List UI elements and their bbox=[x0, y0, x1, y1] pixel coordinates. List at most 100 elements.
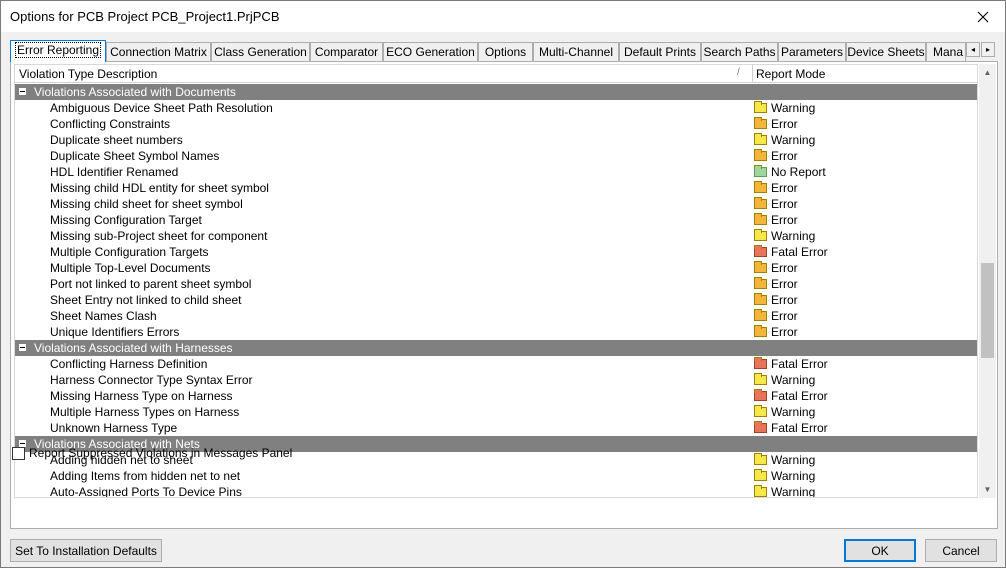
tab-device-sheets[interactable]: Device Sheets bbox=[846, 42, 926, 61]
close-button[interactable] bbox=[960, 1, 1005, 32]
group-row[interactable]: Violations Associated with Harnesses bbox=[15, 340, 977, 356]
violation-row[interactable]: Missing sub-Project sheet for component W… bbox=[15, 228, 977, 244]
window-title: Options for PCB Project PCB_Project1.Prj… bbox=[10, 9, 280, 24]
violation-row[interactable]: Adding Items from hidden net to net Warni… bbox=[15, 468, 977, 484]
tab-multi-channel[interactable]: Multi-Channel bbox=[533, 42, 619, 61]
report-mode-cell[interactable]: Error bbox=[754, 292, 798, 308]
report-mode-cell[interactable]: Warning bbox=[754, 372, 815, 388]
scroll-thumb[interactable] bbox=[981, 263, 994, 358]
tab-strip: Error Reporting Connection Matrix Class … bbox=[10, 40, 997, 62]
report-suppressed-checkbox[interactable] bbox=[12, 446, 25, 460]
violation-row[interactable]: Conflicting Constraints Error bbox=[15, 116, 977, 132]
folder-icon bbox=[754, 165, 767, 177]
report-mode-cell[interactable]: Error bbox=[754, 260, 798, 276]
set-defaults-button[interactable]: Set To Installation Defaults bbox=[10, 539, 162, 562]
report-mode-cell[interactable]: Warning bbox=[754, 132, 815, 148]
report-mode-cell[interactable]: Warning bbox=[754, 228, 815, 244]
folder-icon bbox=[754, 213, 767, 225]
tab-eco-generation[interactable]: ECO Generation bbox=[383, 42, 478, 61]
tab-management[interactable]: Mana bbox=[926, 42, 966, 61]
scroll-down-icon[interactable]: ▼ bbox=[979, 481, 996, 498]
violation-row[interactable]: Sheet Names Clash Error bbox=[15, 308, 977, 324]
report-mode-cell[interactable]: No Report bbox=[754, 164, 826, 180]
tab-scroll-right-button[interactable]: ▸ bbox=[981, 42, 995, 57]
violation-row[interactable]: Multiple Configuration Targets Fatal Erro… bbox=[15, 244, 977, 260]
report-mode-cell[interactable]: Warning bbox=[754, 100, 815, 116]
report-mode-cell[interactable]: Warning bbox=[754, 404, 815, 420]
report-mode-label: Error bbox=[771, 309, 798, 323]
violation-row[interactable]: Conflicting Harness Definition Fatal Erro… bbox=[15, 356, 977, 372]
report-mode-cell[interactable]: Error bbox=[754, 116, 798, 132]
violation-label: Missing sub-Project sheet for component bbox=[50, 229, 268, 243]
violation-row[interactable]: HDL Identifier Renamed No Report bbox=[15, 164, 977, 180]
tab-options[interactable]: Options bbox=[478, 42, 533, 61]
violation-row[interactable]: Port not linked to parent sheet symbol Er… bbox=[15, 276, 977, 292]
column-header-report-mode[interactable]: Report Mode bbox=[756, 67, 825, 81]
collapse-icon[interactable] bbox=[18, 87, 27, 96]
report-mode-cell[interactable]: Fatal Error bbox=[754, 244, 828, 260]
ok-button[interactable]: OK bbox=[844, 539, 916, 562]
report-mode-cell[interactable]: Fatal Error bbox=[754, 388, 828, 404]
column-header-description[interactable]: Violation Type Description bbox=[19, 67, 157, 81]
report-mode-label: Warning bbox=[771, 229, 816, 243]
report-mode-label: Warning bbox=[771, 453, 816, 467]
report-suppressed-option[interactable]: Report Suppressed Violations in Messages… bbox=[12, 446, 292, 460]
report-mode-label: Fatal Error bbox=[771, 421, 828, 435]
violation-row[interactable]: Multiple Top-Level Documents Error bbox=[15, 260, 977, 276]
report-mode-cell[interactable]: Error bbox=[754, 276, 798, 292]
group-row[interactable]: Violations Associated with Documents bbox=[15, 84, 977, 100]
tab-class-generation[interactable]: Class Generation bbox=[211, 42, 310, 61]
close-icon bbox=[977, 11, 988, 22]
tab-connection-matrix[interactable]: Connection Matrix bbox=[106, 42, 211, 61]
report-mode-cell[interactable]: Warning bbox=[754, 484, 815, 497]
violation-label: Duplicate sheet numbers bbox=[50, 133, 183, 147]
report-mode-label: Error bbox=[771, 213, 798, 227]
cancel-button[interactable]: Cancel bbox=[925, 539, 997, 562]
violation-row[interactable]: Multiple Harness Types on Harness Warning bbox=[15, 404, 977, 420]
folder-icon bbox=[754, 149, 767, 161]
violation-label: Conflicting Constraints bbox=[50, 117, 171, 131]
violation-label: Missing Configuration Target bbox=[50, 213, 202, 227]
report-mode-cell[interactable]: Error bbox=[754, 212, 798, 228]
report-mode-cell[interactable]: Error bbox=[754, 196, 798, 212]
arrow-left-icon: ◂ bbox=[970, 45, 975, 54]
vertical-scrollbar[interactable]: ▲ ▼ bbox=[979, 64, 996, 498]
violation-row[interactable]: Unique Identifiers Errors Error bbox=[15, 324, 977, 340]
folder-icon bbox=[754, 453, 767, 465]
column-divider[interactable] bbox=[752, 65, 753, 83]
violation-row[interactable]: Duplicate sheet numbers Warning bbox=[15, 132, 977, 148]
violation-row[interactable]: Harness Connector Type Syntax Error Warni… bbox=[15, 372, 977, 388]
report-mode-cell[interactable]: Error bbox=[754, 308, 798, 324]
report-mode-label: Error bbox=[771, 117, 798, 131]
tab-parameters[interactable]: Parameters bbox=[778, 42, 846, 61]
violation-row[interactable]: Ambiguous Device Sheet Path Resolution Wa… bbox=[15, 100, 977, 116]
tab-error-reporting[interactable]: Error Reporting bbox=[10, 40, 106, 62]
violation-row[interactable]: Missing child sheet for sheet symbol Erro… bbox=[15, 196, 977, 212]
report-mode-cell[interactable]: Fatal Error bbox=[754, 356, 828, 372]
report-mode-cell[interactable]: Fatal Error bbox=[754, 420, 828, 436]
violation-row[interactable]: Sheet Entry not linked to child sheet Err… bbox=[15, 292, 977, 308]
options-dialog: Options for PCB Project PCB_Project1.Prj… bbox=[0, 0, 1006, 568]
report-mode-cell[interactable]: Error bbox=[754, 324, 798, 340]
report-mode-cell[interactable]: Warning bbox=[754, 468, 815, 484]
tab-comparator[interactable]: Comparator bbox=[310, 42, 383, 61]
report-mode-cell[interactable]: Warning bbox=[754, 452, 815, 468]
violation-row[interactable]: Missing Configuration Target Error bbox=[15, 212, 977, 228]
tab-scroll-left-button[interactable]: ◂ bbox=[966, 42, 980, 57]
collapse-icon[interactable] bbox=[18, 343, 27, 352]
violation-row[interactable]: Missing Harness Type on Harness Fatal Err… bbox=[15, 388, 977, 404]
violation-row[interactable]: Unknown Harness Type Fatal Error bbox=[15, 420, 977, 436]
violation-label: Unique Identifiers Errors bbox=[50, 325, 180, 339]
tab-search-paths[interactable]: Search Paths bbox=[701, 42, 778, 61]
scroll-up-icon[interactable]: ▲ bbox=[979, 64, 996, 81]
violation-row[interactable]: Auto-Assigned Ports To Device Pins Warnin… bbox=[15, 484, 977, 498]
violation-label: Sheet Entry not linked to child sheet bbox=[50, 293, 242, 307]
violation-row[interactable]: Duplicate Sheet Symbol Names Error bbox=[15, 148, 977, 164]
folder-icon bbox=[754, 261, 767, 273]
violation-row[interactable]: Missing child HDL entity for sheet symbo… bbox=[15, 180, 977, 196]
report-mode-cell[interactable]: Error bbox=[754, 180, 798, 196]
violation-label: Auto-Assigned Ports To Device Pins bbox=[50, 485, 242, 498]
arrow-right-icon: ▸ bbox=[985, 45, 990, 54]
tab-default-prints[interactable]: Default Prints bbox=[619, 42, 701, 61]
report-mode-cell[interactable]: Error bbox=[754, 148, 798, 164]
